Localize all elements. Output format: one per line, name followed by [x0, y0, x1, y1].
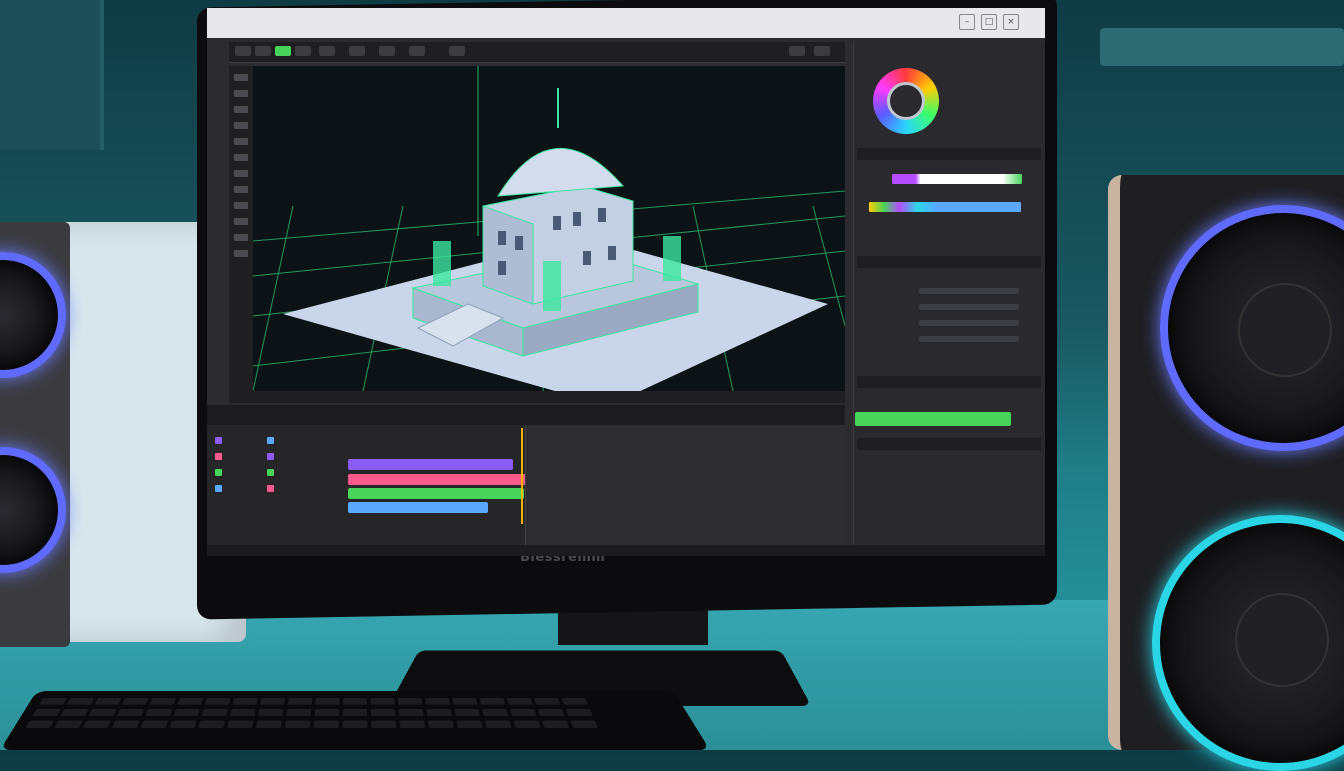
key-row — [39, 697, 588, 705]
gradient-swatch[interactable] — [892, 174, 1022, 184]
key-row — [32, 708, 593, 717]
track-color-chip[interactable] — [215, 469, 222, 476]
color-wheel-center[interactable] — [887, 82, 925, 120]
panel-section-header[interactable] — [857, 256, 1041, 268]
timeline-keyframe-area[interactable] — [525, 425, 846, 545]
panel-section-header[interactable] — [857, 438, 1041, 450]
turret-left — [433, 241, 451, 286]
right-speaker — [1108, 175, 1344, 771]
main-toolbar — [229, 42, 845, 63]
right-speaker-woofer-top — [1160, 205, 1344, 451]
tool-icon[interactable] — [234, 170, 248, 177]
right-speaker-dustcap-top — [1238, 283, 1332, 377]
toolbar-button[interactable] — [449, 46, 465, 56]
right-speaker-dustcap-bottom — [1235, 593, 1329, 687]
apply-button[interactable] — [855, 412, 1011, 426]
wall-shelf — [1100, 28, 1344, 66]
tool-palette — [229, 66, 253, 391]
key-row — [25, 720, 599, 728]
toolbar-button[interactable] — [814, 46, 830, 56]
track-color-chip[interactable] — [267, 453, 274, 460]
tool-icon[interactable] — [234, 154, 248, 161]
property-slider[interactable] — [919, 288, 1019, 294]
tool-icon[interactable] — [234, 234, 248, 241]
panel-section-header[interactable] — [857, 148, 1041, 160]
keyboard — [0, 691, 710, 750]
toolbar-button[interactable] — [295, 46, 311, 56]
toolbar-button-active[interactable] — [275, 46, 291, 56]
maximize-icon[interactable]: □ — [981, 14, 997, 30]
wall-picture-frame — [0, 0, 104, 150]
tool-icon[interactable] — [234, 218, 248, 225]
close-icon[interactable]: × — [1003, 14, 1019, 30]
turret-front — [543, 261, 561, 311]
dome — [497, 148, 625, 197]
property-slider[interactable] — [919, 320, 1019, 326]
left-speaker-woofer-top — [0, 252, 66, 378]
track-color-chip[interactable] — [267, 485, 274, 492]
track-color-chip[interactable] — [267, 469, 274, 476]
3d-viewport[interactable] — [253, 66, 845, 391]
tool-icon[interactable] — [234, 122, 248, 129]
tool-icon[interactable] — [234, 186, 248, 193]
toolbar-button[interactable] — [255, 46, 271, 56]
turret-right — [663, 236, 681, 281]
minimize-icon[interactable]: – — [959, 14, 975, 30]
toolbar-button[interactable] — [409, 46, 425, 56]
tool-icon[interactable] — [234, 250, 248, 257]
toolbar-button[interactable] — [349, 46, 365, 56]
track-color-chip[interactable] — [215, 453, 222, 460]
track-color-chip[interactable] — [215, 437, 222, 444]
toolbar-button[interactable] — [789, 46, 805, 56]
tool-icon[interactable] — [234, 106, 248, 113]
tool-icon[interactable] — [234, 138, 248, 145]
palette-swatch-bar[interactable] — [869, 202, 1021, 212]
timeline-clip-pink[interactable] — [348, 474, 526, 485]
tool-icon[interactable] — [234, 90, 248, 97]
track-color-chip[interactable] — [267, 437, 274, 444]
left-speaker — [0, 222, 70, 647]
property-slider[interactable] — [919, 304, 1019, 310]
timeline-clip-blue[interactable] — [348, 502, 488, 513]
app-status-bar — [207, 545, 1045, 556]
viewport-scene — [253, 66, 845, 391]
toolbar-button[interactable] — [319, 46, 335, 56]
timeline-clip-green[interactable] — [348, 488, 524, 499]
property-slider[interactable] — [919, 336, 1019, 342]
timeline-clip-purple[interactable] — [348, 459, 513, 470]
tool-icon[interactable] — [234, 202, 248, 209]
track-color-chip[interactable] — [215, 485, 222, 492]
toolbar-button[interactable] — [379, 46, 395, 56]
timeline-header — [207, 405, 845, 425]
right-speaker-woofer-bottom — [1152, 515, 1344, 771]
monitor-screen: – □ × — [207, 8, 1045, 556]
viewport-status-bar — [229, 391, 845, 403]
app-titlebar: – □ × — [207, 8, 1045, 38]
panel-section-header[interactable] — [857, 376, 1041, 388]
timeline-playhead[interactable] — [521, 428, 523, 524]
toolbar-button[interactable] — [235, 46, 251, 56]
tool-icon[interactable] — [234, 74, 248, 81]
left-speaker-woofer-bottom — [0, 447, 66, 573]
